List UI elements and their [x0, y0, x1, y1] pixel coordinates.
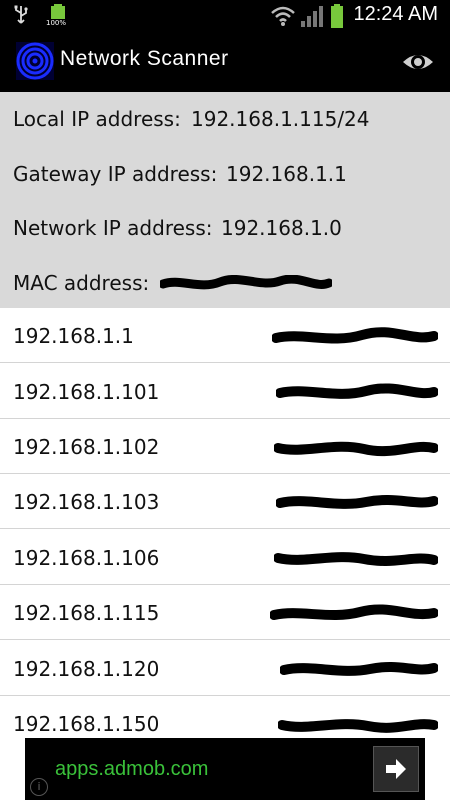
- network-ip-row: Network IP address: 192.168.1.0: [13, 216, 342, 240]
- ad-text[interactable]: apps.admob.com: [55, 758, 208, 781]
- network-ip-label: Network IP address:: [13, 216, 213, 240]
- action-bar: Network Scanner: [0, 30, 450, 92]
- clock: 12:24 AM: [353, 3, 438, 25]
- host-list[interactable]: 192.168.1.1 192.168.1.101 192.168.1.102 …: [0, 308, 450, 738]
- redacted-mac-scribble: [276, 495, 438, 509]
- redacted-mac-scribble: [270, 604, 438, 621]
- host-row[interactable]: 192.168.1.102: [0, 419, 450, 474]
- host-ip: 192.168.1.1: [13, 324, 134, 348]
- usb-icon: [14, 5, 28, 24]
- host-ip: 192.168.1.106: [13, 546, 160, 570]
- status-bar: 100% 12:24 AM: [0, 0, 450, 30]
- mac-row: MAC address:: [13, 271, 149, 295]
- redacted-mac-scribble: [276, 383, 438, 399]
- network-ip-value: 192.168.1.0: [221, 216, 342, 240]
- host-row[interactable]: 192.168.1.101: [0, 364, 450, 419]
- arrow-right-icon[interactable]: [373, 746, 419, 792]
- gateway-ip-row: Gateway IP address: 192.168.1.1: [13, 162, 347, 186]
- battery-percent: 100%: [46, 19, 67, 27]
- battery-icon: [331, 4, 343, 28]
- gateway-ip-label: Gateway IP address:: [13, 162, 218, 186]
- host-ip: 192.168.1.115: [13, 601, 160, 625]
- host-ip: 192.168.1.150: [13, 712, 160, 736]
- eye-icon[interactable]: [400, 44, 436, 80]
- host-ip: 192.168.1.101: [13, 380, 160, 404]
- mac-label: MAC address:: [13, 271, 150, 295]
- local-ip-value: 192.168.1.115/24: [191, 107, 370, 131]
- battery-icon: 100%: [46, 4, 68, 28]
- host-row[interactable]: 192.168.1.103: [0, 474, 450, 529]
- host-ip: 192.168.1.103: [13, 490, 160, 514]
- ad-banner[interactable]: apps.admob.com: [25, 738, 425, 800]
- redacted-mac-scribble: [274, 441, 438, 457]
- host-row[interactable]: 192.168.1.115: [0, 585, 450, 640]
- host-ip: 192.168.1.120: [13, 657, 160, 681]
- info-icon[interactable]: i: [30, 778, 48, 796]
- redacted-mac-scribble: [160, 275, 332, 290]
- wifi-icon: [271, 6, 295, 26]
- host-row[interactable]: 192.168.1.106: [0, 530, 450, 585]
- redacted-mac-scribble: [278, 719, 438, 733]
- app-title: Network Scanner: [60, 47, 229, 70]
- host-row[interactable]: 192.168.1.150: [0, 696, 450, 738]
- redacted-mac-scribble: [280, 662, 438, 676]
- radar-icon: [16, 42, 54, 80]
- local-ip-row: Local IP address: 192.168.1.115/24: [13, 107, 370, 131]
- redacted-mac-scribble: [272, 327, 438, 344]
- host-ip: 192.168.1.102: [13, 435, 160, 459]
- signal-icon: [301, 6, 323, 27]
- host-row[interactable]: 192.168.1.120: [0, 641, 450, 696]
- local-ip-label: Local IP address:: [13, 107, 181, 131]
- redacted-mac-scribble: [274, 552, 438, 566]
- network-info-panel: Local IP address: 192.168.1.115/24 Gatew…: [0, 92, 450, 308]
- host-row[interactable]: 192.168.1.1: [0, 308, 450, 363]
- gateway-ip-value: 192.168.1.1: [226, 162, 347, 186]
